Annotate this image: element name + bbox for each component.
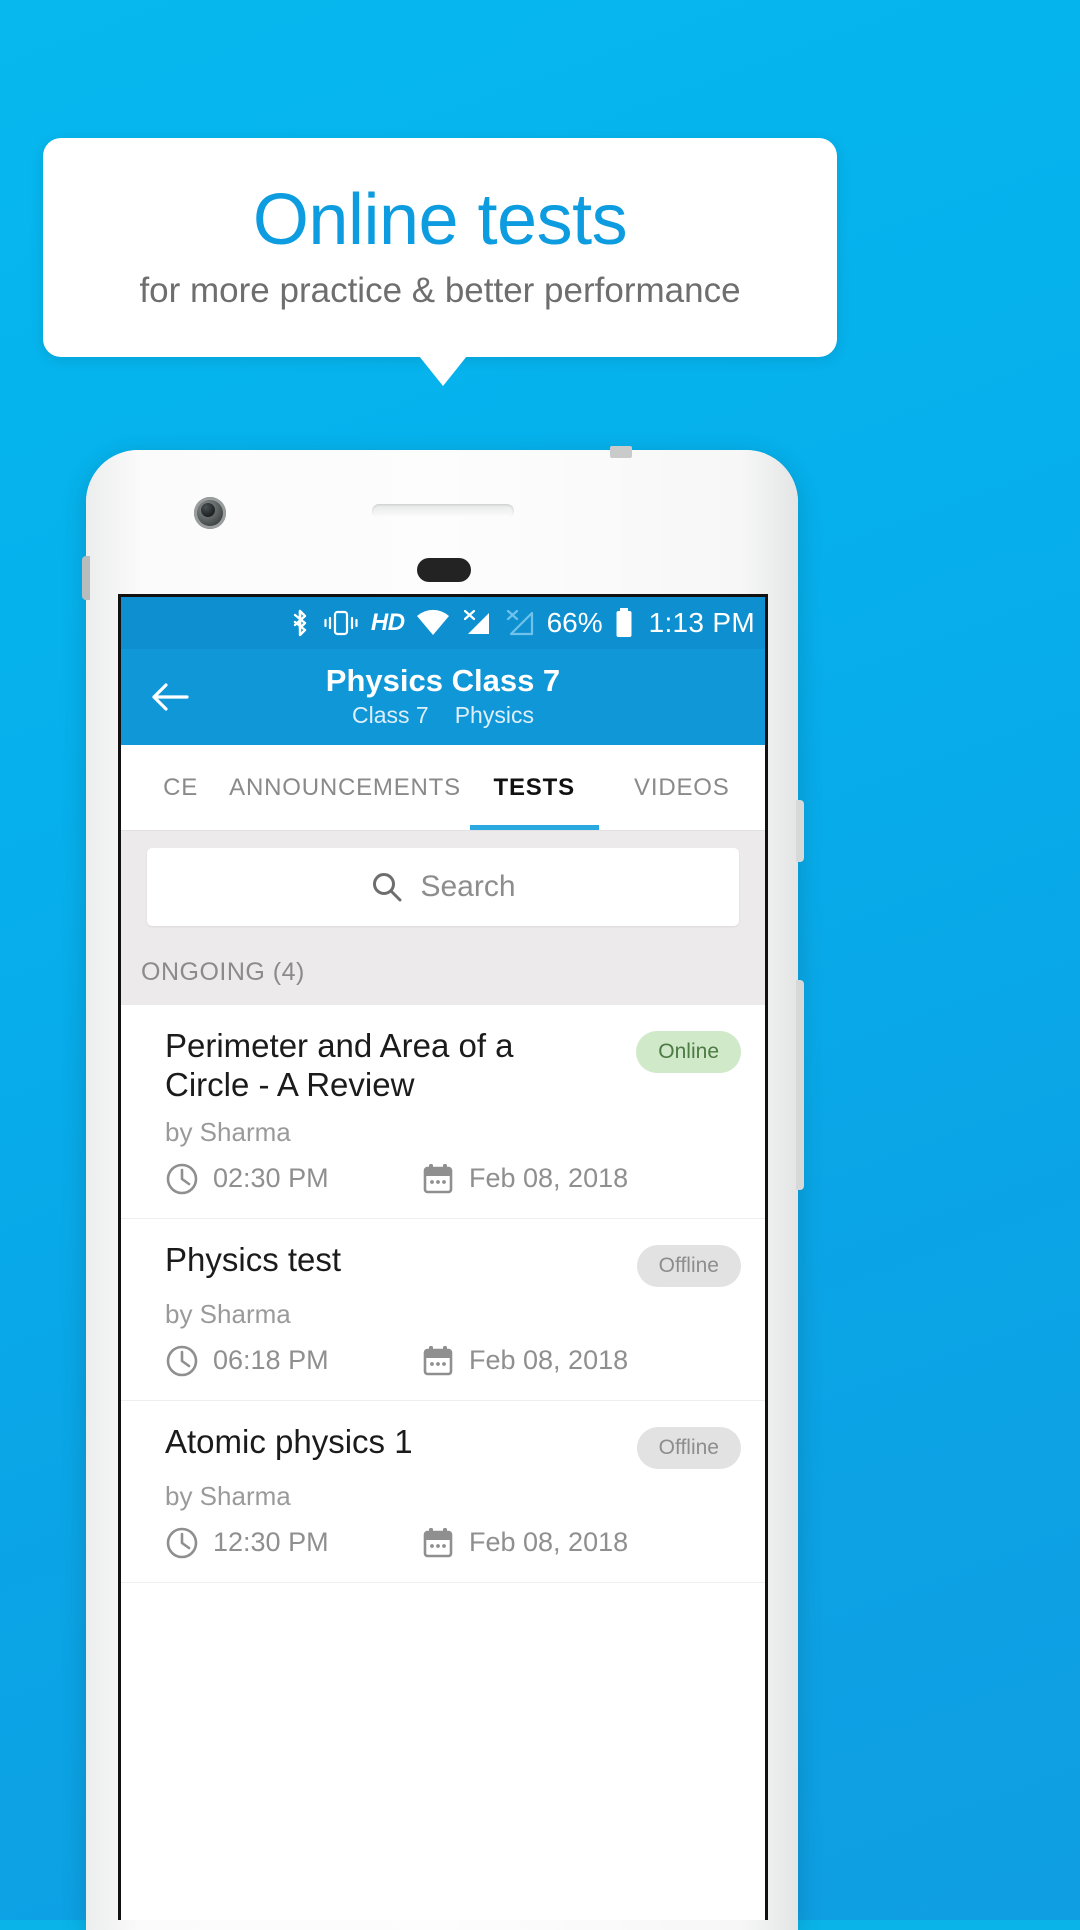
app-bar-titles: Physics Class 7 Class 7 Physics — [121, 663, 765, 732]
test-card-header: Physics test Offline — [165, 1241, 741, 1287]
test-date: Feb 08, 2018 — [421, 1344, 628, 1378]
front-camera-lens — [201, 503, 215, 517]
tab-tests-label: TESTS — [493, 773, 575, 801]
tab-ce-label: CE — [163, 773, 199, 801]
test-title: Perimeter and Area of a Circle - A Revie… — [165, 1027, 514, 1103]
test-list-item[interactable]: Physics test Offline by Sharma 06:18 PM — [121, 1218, 765, 1401]
calendar-icon — [421, 1162, 455, 1196]
signal-no-sim-dim-icon — [504, 608, 536, 638]
status-badge: Online — [636, 1031, 741, 1073]
promo-bubble-tail — [419, 356, 467, 386]
test-date-label: Feb 08, 2018 — [469, 1163, 629, 1194]
clock-icon — [165, 1526, 199, 1560]
phone-screen: HD 66% 1:13 PM Physics Class 7 Class 7 P… — [118, 594, 768, 1920]
back-arrow-icon[interactable] — [147, 674, 193, 720]
promo-callout-bubble: Online tests for more practice & better … — [43, 138, 837, 357]
breadcrumb-class: Class 7 — [352, 702, 429, 729]
test-date-label: Feb 08, 2018 — [469, 1527, 629, 1558]
test-time: 02:30 PM — [165, 1162, 421, 1196]
search-icon — [370, 870, 404, 904]
phone-power-button — [796, 800, 804, 862]
breadcrumb-subject: Physics — [454, 702, 534, 729]
test-list-item[interactable]: Atomic physics 1 Offline by Sharma 12:30… — [121, 1400, 765, 1583]
test-meta-row: 02:30 PM Feb 08, 2018 — [165, 1162, 741, 1196]
search-container: Search — [121, 830, 765, 940]
tests-content: Search ONGOING (4) Perimeter and Area of… — [121, 830, 765, 1583]
tab-videos[interactable]: VIDEOS — [599, 745, 765, 830]
test-author: by Sharma — [165, 1116, 291, 1147]
tab-bar: CE ANNOUNCEMENTS TESTS VIDEOS — [121, 745, 765, 830]
hd-voice-label: HD — [370, 609, 405, 636]
status-bar: HD 66% 1:13 PM — [121, 597, 765, 649]
test-time: 06:18 PM — [165, 1344, 421, 1378]
promo-subtitle: for more practice & better performance — [139, 271, 741, 311]
test-title: Physics test — [165, 1240, 342, 1278]
status-badge: Offline — [636, 1244, 741, 1287]
test-list-item[interactable]: Perimeter and Area of a Circle - A Revie… — [121, 1005, 765, 1219]
test-time-label: 12:30 PM — [213, 1527, 329, 1558]
proximity-sensor — [417, 558, 471, 582]
test-time: 12:30 PM — [165, 1526, 421, 1560]
signal-no-sim-icon — [461, 608, 493, 638]
test-title: Atomic physics 1 — [165, 1422, 413, 1460]
status-bar-clock: 1:13 PM — [648, 607, 755, 638]
search-placeholder-text: Search — [420, 870, 516, 903]
antenna-nub — [610, 446, 632, 458]
search-input[interactable]: Search — [147, 848, 739, 926]
clock-icon — [165, 1344, 199, 1378]
front-camera-icon — [194, 497, 226, 529]
breadcrumb: Class 7 Physics — [352, 701, 534, 731]
test-author: by Sharma — [165, 1298, 291, 1329]
test-time-label: 02:30 PM — [213, 1163, 329, 1194]
battery-percent-label: 66% — [546, 607, 603, 638]
calendar-icon — [421, 1344, 455, 1378]
test-author: by Sharma — [165, 1480, 291, 1511]
phone-side-button-left — [82, 556, 90, 600]
tab-announcements[interactable]: ANNOUNCEMENTS — [220, 745, 470, 830]
phone-volume-button — [796, 980, 804, 1190]
tab-announcements-label: ANNOUNCEMENTS — [229, 773, 461, 801]
test-time-label: 06:18 PM — [213, 1345, 329, 1376]
test-meta-row: 12:30 PM Feb 08, 2018 — [165, 1526, 741, 1560]
promo-title: Online tests — [252, 180, 628, 261]
tab-tests[interactable]: TESTS — [469, 745, 599, 830]
vibrate-icon — [322, 608, 360, 638]
wifi-icon — [416, 609, 450, 637]
status-badge: Offline — [636, 1426, 741, 1469]
battery-icon — [614, 607, 634, 639]
test-date-label: Feb 08, 2018 — [469, 1345, 629, 1376]
calendar-icon — [421, 1526, 455, 1560]
bluetooth-icon — [289, 607, 311, 639]
tab-videos-label: VIDEOS — [634, 773, 730, 801]
test-date: Feb 08, 2018 — [421, 1162, 628, 1196]
tab-active-indicator — [469, 825, 599, 830]
test-date: Feb 08, 2018 — [421, 1526, 628, 1560]
test-meta-row: 06:18 PM Feb 08, 2018 — [165, 1344, 741, 1378]
page-title: Physics Class 7 — [325, 662, 561, 698]
tab-ce[interactable]: CE — [121, 745, 220, 830]
app-bar: Physics Class 7 Class 7 Physics — [121, 649, 765, 745]
test-card-header: Atomic physics 1 Offline — [165, 1423, 741, 1469]
earpiece-speaker — [372, 504, 514, 518]
test-card-header: Perimeter and Area of a Circle - A Revie… — [165, 1027, 741, 1105]
clock-icon — [165, 1162, 199, 1196]
section-header-ongoing: ONGOING (4) — [121, 940, 765, 1005]
